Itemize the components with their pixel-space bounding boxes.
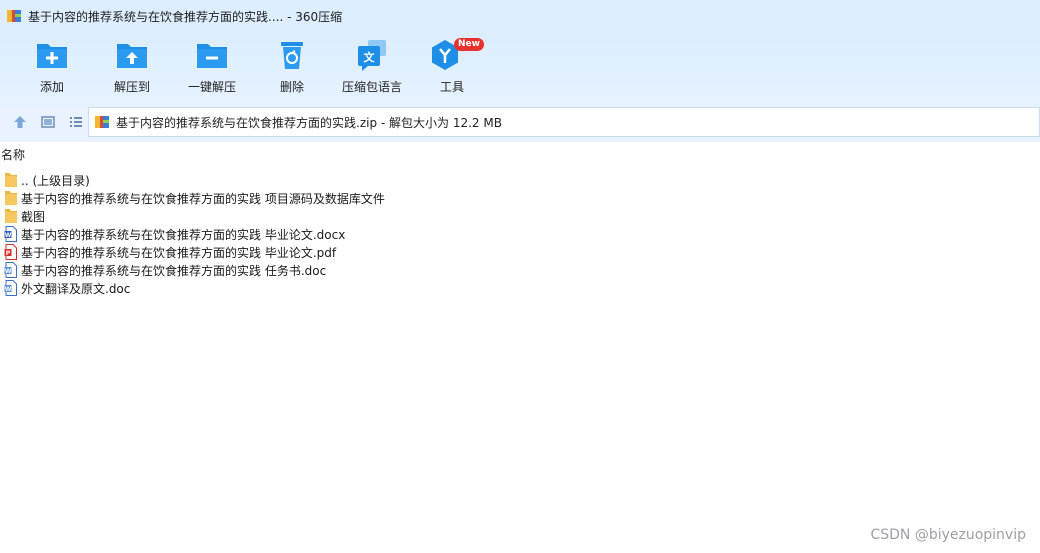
archive-icon [7, 10, 21, 22]
file-name: 基于内容的推荐系统与在饮食推荐方面的实践 毕业论文.pdf [21, 245, 337, 260]
add-label: 添加 [39, 80, 64, 94]
list-item[interactable]: W 基于内容的推荐系统与在饮食推荐方面的实践 任务书.doc [0, 261, 1040, 279]
add-button[interactable]: 添加 [12, 38, 92, 102]
path-text: 基于内容的推荐系统与在饮食推荐方面的实践.zip - 解包大小为 12.2 MB [116, 115, 502, 130]
file-list: 名称 .. (上级目录) 基于内容的推荐系统与在饮食推荐方面的实践 项目源码及数… [0, 138, 1040, 553]
new-badge: New [454, 38, 484, 51]
file-name: 截图 [21, 209, 46, 224]
svg-text:P: P [6, 250, 11, 257]
pdf-icon: P [4, 244, 17, 260]
list-item[interactable]: W 基于内容的推荐系统与在饮食推荐方面的实践 毕业论文.docx [0, 225, 1040, 243]
title-bar: 基于内容的推荐系统与在饮食推荐方面的实践.... - 360压缩 [0, 0, 1040, 32]
watermark: CSDN @biyezuopinvip [870, 527, 1026, 543]
language-label: 压缩包语言 [341, 80, 402, 94]
list-view-icon [70, 117, 82, 127]
list-item[interactable]: W 外文翻译及原文.doc [0, 279, 1040, 297]
list-view-button[interactable] [64, 110, 88, 134]
file-name: 外文翻译及原文.doc [21, 281, 131, 296]
file-name: .. (上级目录) [21, 173, 90, 188]
language-icon: 文 [358, 40, 386, 71]
folder-icon [5, 173, 17, 187]
file-rows: .. (上级目录) 基于内容的推荐系统与在饮食推荐方面的实践 项目源码及数据库文… [0, 171, 1040, 297]
arrow-up-icon [14, 116, 26, 128]
delete-button[interactable]: 删除 [252, 38, 332, 102]
thumbnail-view-icon [41, 116, 55, 128]
tools-label: 工具 [439, 80, 464, 94]
window-title: 基于内容的推荐系统与在饮食推荐方面的实践.... - 360压缩 [28, 9, 343, 24]
list-item[interactable]: P 基于内容的推荐系统与在饮食推荐方面的实践 毕业论文.pdf [0, 243, 1040, 261]
one-click-extract-button[interactable]: 一键解压 [172, 38, 252, 102]
svg-text:W: W [5, 286, 12, 293]
one-click-extract-label: 一键解压 [187, 80, 236, 94]
svg-text:文: 文 [364, 50, 376, 64]
extract-to-label: 解压到 [113, 80, 150, 94]
word-doc-icon: W [4, 280, 17, 296]
zip-archive-icon [95, 116, 109, 128]
extract-to-button[interactable]: 解压到 [92, 38, 172, 102]
file-name: 基于内容的推荐系统与在饮食推荐方面的实践 毕业论文.docx [21, 227, 346, 242]
extract-to-icon [117, 44, 147, 68]
path-field[interactable]: 基于内容的推荐系统与在饮食推荐方面的实践.zip - 解包大小为 12.2 MB [88, 107, 1040, 137]
list-item[interactable]: 截图 [0, 207, 1040, 225]
svg-text:W: W [5, 268, 12, 275]
language-button[interactable]: 文 压缩包语言 [332, 38, 412, 102]
word-doc-icon: W [4, 226, 17, 242]
column-header-name[interactable]: 名称 [0, 146, 25, 164]
file-name: 基于内容的推荐系统与在饮食推荐方面的实践 项目源码及数据库文件 [21, 191, 385, 206]
navigation-bar: 基于内容的推荐系统与在饮食推荐方面的实践.zip - 解包大小为 12.2 MB [0, 106, 1040, 138]
folder-icon [5, 209, 17, 223]
thumbnail-view-button[interactable] [36, 110, 60, 134]
delete-label: 删除 [279, 80, 304, 94]
list-item[interactable]: .. (上级目录) [0, 171, 1040, 189]
add-folder-icon [37, 44, 67, 68]
word-doc-icon: W [4, 262, 17, 278]
delete-icon [281, 42, 303, 69]
svg-text:W: W [5, 232, 12, 239]
folder-icon [5, 191, 17, 205]
list-item[interactable]: 基于内容的推荐系统与在饮食推荐方面的实践 项目源码及数据库文件 [0, 189, 1040, 207]
one-click-extract-icon [197, 44, 227, 68]
up-button[interactable] [8, 110, 32, 134]
tools-button[interactable]: New 工具 [412, 38, 492, 102]
toolbar: 添加 解压到 一键解压 删除 文 压缩包语言 New 工具 [0, 32, 1040, 106]
file-name: 基于内容的推荐系统与在饮食推荐方面的实践 任务书.doc [21, 263, 327, 278]
